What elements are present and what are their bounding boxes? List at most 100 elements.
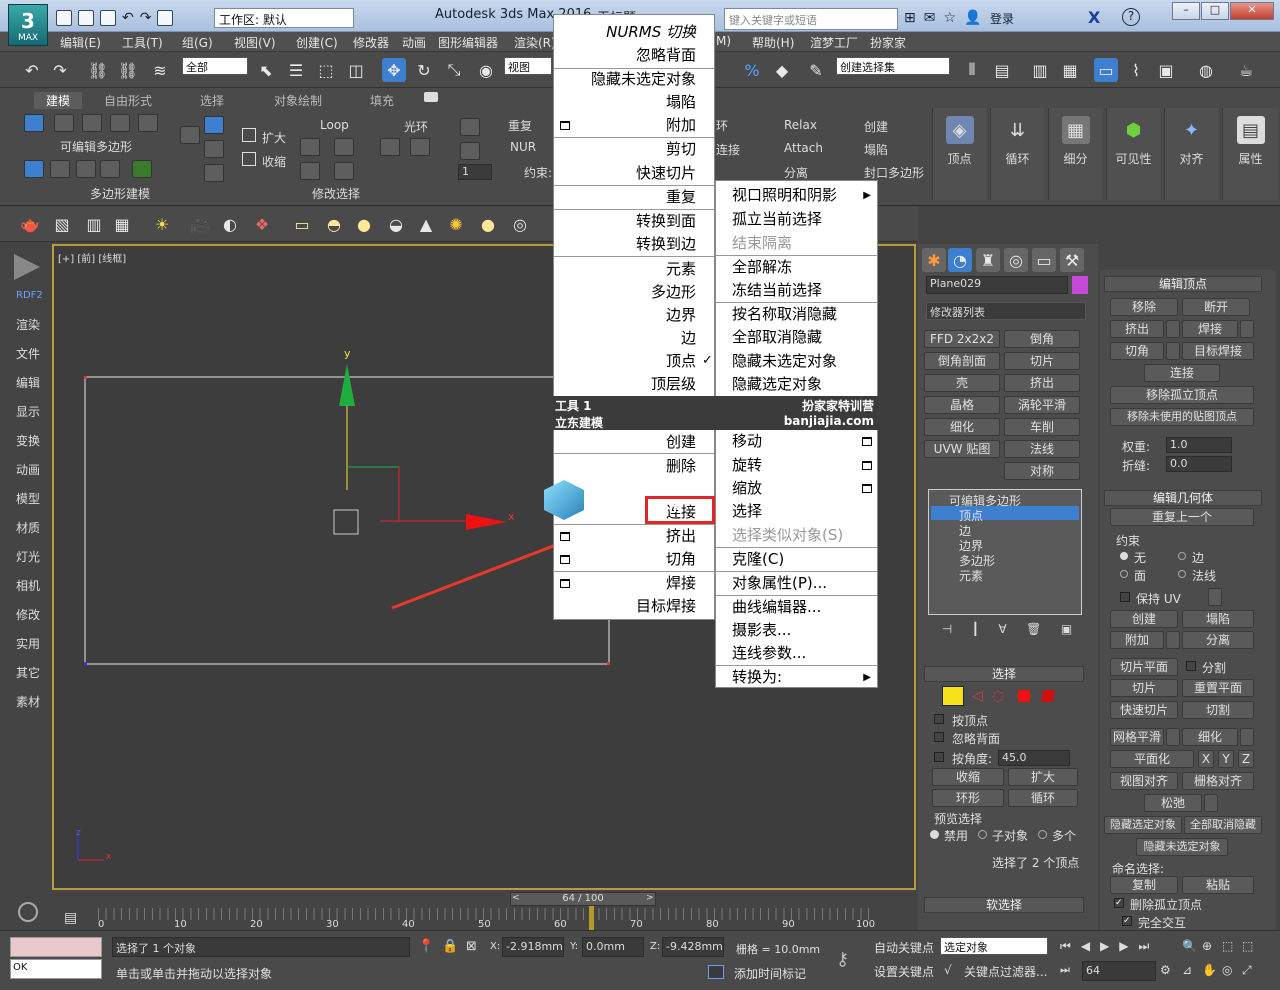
ring-button[interactable]: 环形 xyxy=(932,789,1004,807)
scene-explorer-icon[interactable]: ▦ xyxy=(1058,58,1082,82)
project-folder-icon[interactable] xyxy=(157,10,174,26)
constraint-none-radio[interactable] xyxy=(1120,552,1128,560)
preview-multi-radio[interactable] xyxy=(1038,830,1047,839)
time-slider[interactable]: 64 / 100 xyxy=(510,892,656,906)
zoom-extents-icon[interactable]: ⬚ xyxy=(1222,939,1242,953)
mod-btn-uvw[interactable]: UVW 贴图 xyxy=(924,440,1000,458)
binoculars-icon[interactable]: ⊞ xyxy=(904,10,916,26)
align-big-button[interactable]: ✦ 对齐 xyxy=(1164,108,1218,200)
menu-item-vertex[interactable]: 顶点 xyxy=(666,350,696,372)
menu-item-border[interactable]: 边界 xyxy=(666,304,696,326)
minimize-button[interactable]: – xyxy=(1172,2,1200,20)
next-frame-icon[interactable]: ▶ xyxy=(1119,939,1128,954)
make-unique-icon[interactable]: ∀ xyxy=(998,622,1006,636)
display-tab-icon[interactable]: ▭ xyxy=(1032,248,1056,272)
go-to-end-icon[interactable]: ⏭ xyxy=(1139,939,1150,954)
selection-rollout-header[interactable]: 选择 xyxy=(924,666,1084,682)
key-icon[interactable]: ⚷ xyxy=(836,949,849,970)
cut-button[interactable]: 切割 xyxy=(1182,701,1254,719)
undo-icon[interactable]: ↶ xyxy=(20,58,44,82)
sidebar-item-modify[interactable]: 修改 xyxy=(16,606,40,623)
planar-x-button[interactable]: X xyxy=(1198,750,1214,768)
edge-subobj-icon[interactable] xyxy=(54,114,74,132)
menu-banjiajia[interactable]: 扮家家 xyxy=(870,34,906,51)
field-of-view-icon[interactable]: ⊿ xyxy=(1182,963,1202,978)
target-weld-button[interactable]: 目标焊接 xyxy=(1182,342,1254,360)
key-filter-icon[interactable]: √ xyxy=(944,963,952,977)
paste-named-button[interactable]: 粘贴 xyxy=(1182,876,1254,894)
preview-subobj-radio[interactable] xyxy=(978,830,987,839)
ribbon-side-icon-1[interactable] xyxy=(180,126,200,144)
preview-off-radio[interactable] xyxy=(930,830,939,839)
by-angle-checkbox[interactable] xyxy=(934,752,944,762)
vertex-big-button[interactable]: ◈ 顶点 xyxy=(932,108,986,200)
grid-icon[interactable]: ▦ xyxy=(110,212,134,236)
menu-item-top-level[interactable]: 顶层级 xyxy=(651,373,696,395)
save-icon[interactable] xyxy=(100,10,116,26)
box-light-icon[interactable]: ▭ xyxy=(290,212,314,236)
redo-icon[interactable]: ↷ xyxy=(48,58,72,82)
subscription-icon[interactable]: ✉ xyxy=(924,10,936,26)
menu-edit[interactable]: 编辑(E) xyxy=(60,34,101,51)
menu-item-collapse[interactable]: 塌陷 xyxy=(666,91,696,113)
connect-vertex-button[interactable]: 连接 xyxy=(1144,364,1220,382)
hierarchy-tab-icon[interactable]: ♜ xyxy=(976,248,1000,272)
add-time-tag-button[interactable]: 添加时间标记 xyxy=(734,965,806,982)
time-tag-icon[interactable] xyxy=(708,965,724,979)
make-planar-button[interactable]: 平面化 xyxy=(1110,750,1194,768)
menu-item-curve-editor[interactable]: 曲线编辑器... xyxy=(732,596,821,618)
menu-item-wire-parameters[interactable]: 连线参数... xyxy=(732,642,806,664)
tab-freeform[interactable]: 自由形式 xyxy=(104,92,152,109)
mod-btn-lattice[interactable]: 晶格 xyxy=(924,396,1000,414)
menu-item-convert-to[interactable]: 转换为: xyxy=(732,666,782,688)
ring-button[interactable]: 光环 xyxy=(404,118,428,135)
subdivide-big-button[interactable]: ▦ 细分 xyxy=(1048,108,1102,200)
soft-selection-rollout[interactable]: 软选择 xyxy=(924,897,1084,913)
detach-geom-button[interactable]: 分离 xyxy=(1182,631,1254,649)
new-file-icon[interactable] xyxy=(56,10,72,26)
pin-stack-icon[interactable]: ⊣ xyxy=(942,622,952,636)
sidebar-item-transform[interactable]: 变换 xyxy=(16,432,40,449)
utilities-tab-icon[interactable]: ⚒ xyxy=(1060,248,1084,272)
mod-btn-normal[interactable]: 法线 xyxy=(1004,440,1080,458)
remove-vertex-button[interactable]: 移除 xyxy=(1110,298,1178,316)
shrink-label[interactable]: 收缩 xyxy=(262,153,286,170)
ribbon-spinner[interactable]: 1 xyxy=(458,164,492,180)
connect2-label[interactable]: 连接 xyxy=(716,141,740,158)
attach-button[interactable]: Attach xyxy=(784,141,823,155)
menu-tools[interactable]: 工具(T) xyxy=(122,34,163,51)
loop-add-icon[interactable] xyxy=(300,138,320,156)
menu-item-create[interactable]: 创建 xyxy=(666,431,696,453)
x-coordinate-field[interactable]: -2.918mm xyxy=(502,937,564,957)
material-icon[interactable]: ▧ xyxy=(50,212,74,236)
sidebar-item-other[interactable]: 其它 xyxy=(16,664,40,681)
break-vertex-button[interactable]: 断开 xyxy=(1182,298,1250,316)
slice-plane-button[interactable]: 切片平面 xyxy=(1110,658,1178,676)
isolate-toggle-icon[interactable]: 📍 xyxy=(418,939,434,954)
redo-icon[interactable]: ↷ xyxy=(140,10,152,26)
sidebar-item-assets[interactable]: 素材 xyxy=(16,693,40,710)
mod-btn-ffd[interactable]: FFD 2x2x2 xyxy=(924,330,1000,348)
z-coordinate-field[interactable]: -9.428mm xyxy=(662,937,724,957)
workspace-dropdown[interactable]: 工作区: 默认 xyxy=(214,8,354,28)
menu-item-isolate[interactable]: 孤立当前选择 xyxy=(732,208,822,230)
favorites-icon[interactable]: ☆ xyxy=(943,10,956,26)
render-frame-icon[interactable]: ❖ xyxy=(250,212,274,236)
attach-geom-button[interactable]: 附加 xyxy=(1110,631,1164,649)
edge-select-icon[interactable]: ◁ xyxy=(972,688,983,704)
curve-editor-icon[interactable]: ⌇ xyxy=(1124,58,1148,82)
tab-selection[interactable]: 选择 xyxy=(200,92,224,109)
prev-frame-icon[interactable]: ◀ xyxy=(1081,939,1090,954)
menu-item-convert-face[interactable]: 转换到面 xyxy=(636,210,696,232)
settings-box-icon[interactable] xyxy=(560,121,570,130)
edit-named-selection-icon[interactable]: ✎ xyxy=(804,58,828,82)
named-selection-dropdown[interactable]: 创建选择集 xyxy=(836,57,950,75)
current-frame-field[interactable]: 64 xyxy=(1082,961,1156,981)
maxscript-listener[interactable] xyxy=(10,937,102,957)
modify-tab-icon[interactable]: ◔ xyxy=(948,248,972,272)
zoom-all-icon[interactable]: ⊕ xyxy=(1202,939,1222,953)
menu-item-rotate[interactable]: 旋转 xyxy=(732,454,762,476)
weld-settings-button[interactable] xyxy=(1240,320,1254,338)
weld-vertex-button[interactable]: 焊接 xyxy=(1182,320,1238,338)
absolute-mode-icon[interactable]: ⊠ xyxy=(466,939,477,954)
